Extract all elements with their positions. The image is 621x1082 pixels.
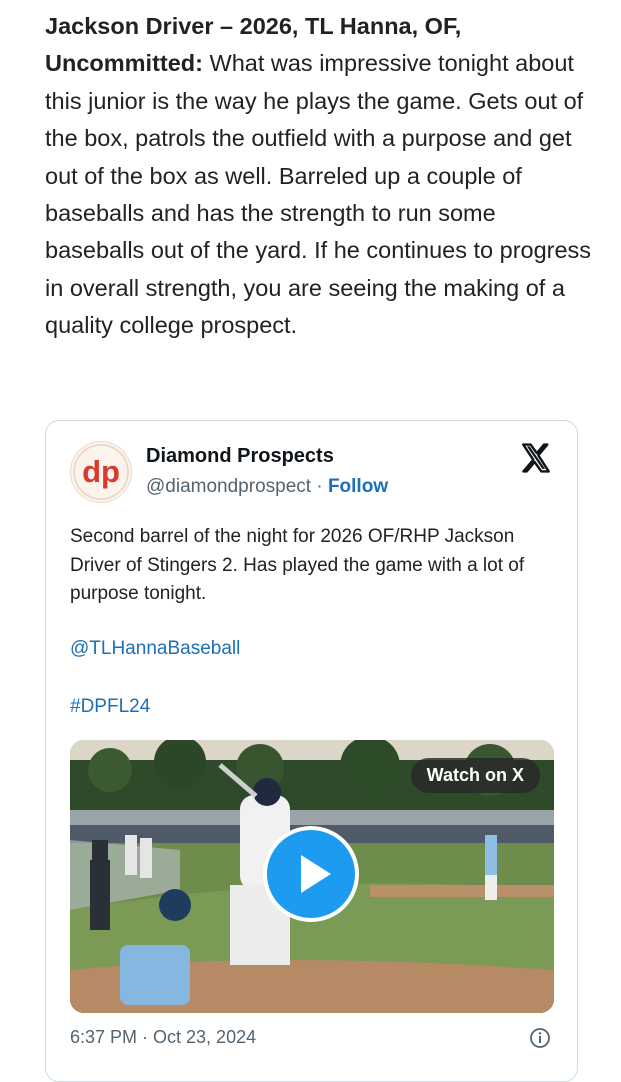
hashtag-link[interactable]: #DPFL24 <box>70 696 150 718</box>
x-logo-icon[interactable] <box>519 441 553 475</box>
video-player[interactable]: Watch on X <box>70 740 554 1013</box>
article-body: What was impressive tonight about this j… <box>45 50 592 339</box>
author-handle[interactable]: @diamondprospect <box>146 476 311 497</box>
author-avatar[interactable]: dp <box>70 441 132 503</box>
post-timestamp[interactable]: 6:37 PM · Oct 23, 2024 <box>70 1027 256 1048</box>
avatar-logo-text: dp <box>82 454 120 489</box>
follow-button[interactable]: Follow <box>328 476 388 497</box>
separator-dot: · <box>316 476 323 497</box>
watch-on-x-button[interactable]: Watch on X <box>410 758 540 793</box>
author-handle-row: @diamondprospect · Follow <box>146 476 388 498</box>
mention-link[interactable]: @TLHannaBaseball <box>70 638 240 660</box>
author-name[interactable]: Diamond Prospects <box>146 445 334 468</box>
info-icon[interactable] <box>529 1027 551 1049</box>
embedded-post-card[interactable]: dp Diamond Prospects @diamondprospect · … <box>45 420 578 1082</box>
play-button[interactable] <box>263 826 359 922</box>
play-icon <box>301 855 331 893</box>
article-paragraph: Jackson Driver – 2026, TL Hanna, OF, Unc… <box>45 8 595 345</box>
post-text: Second barrel of the night for 2026 OF/R… <box>70 526 525 604</box>
